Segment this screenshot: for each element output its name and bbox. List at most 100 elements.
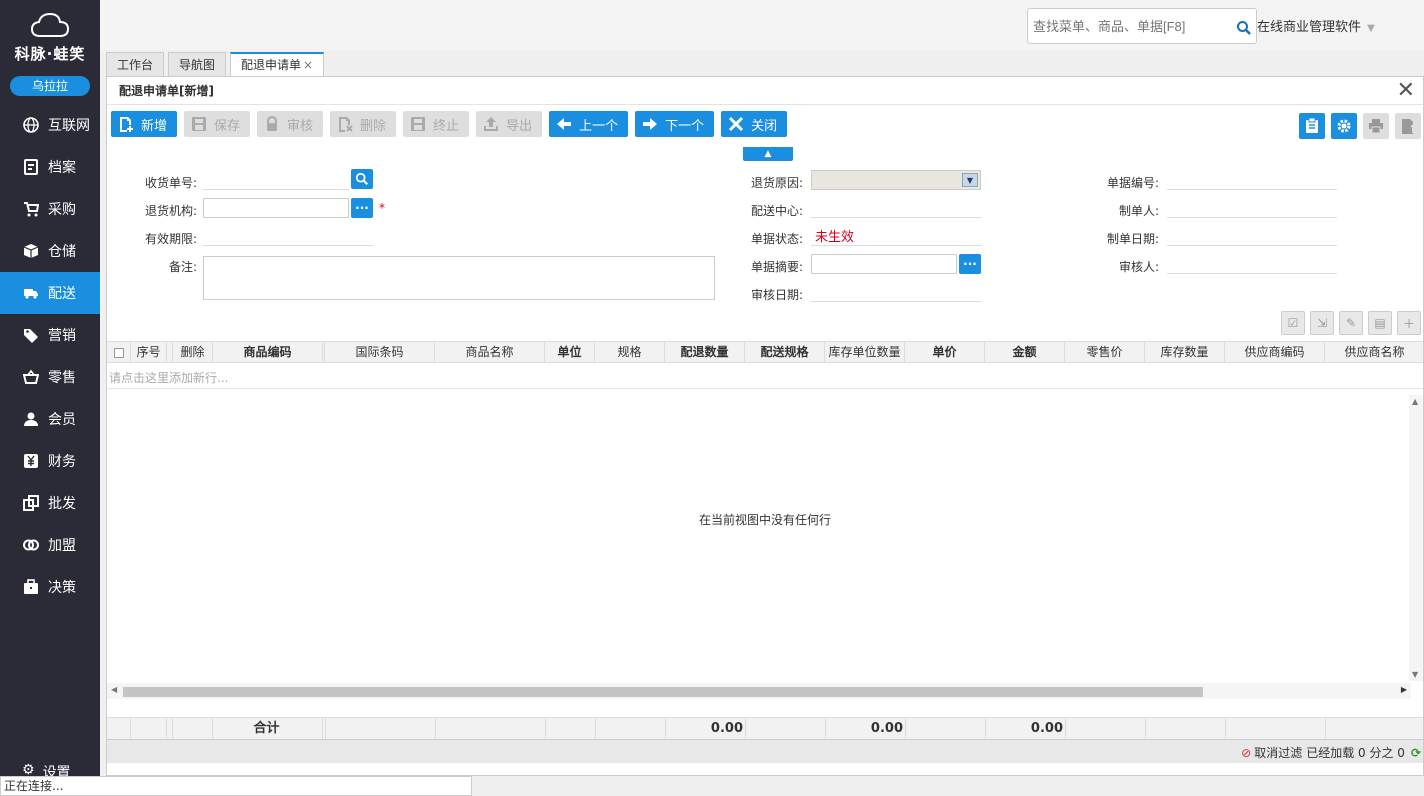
- tab-navigation[interactable]: 导航图: [168, 52, 227, 76]
- col-header[interactable]: 商品编码: [213, 342, 323, 362]
- tab-label: 导航图: [179, 58, 216, 72]
- col-header[interactable]: 配退数量: [665, 342, 745, 362]
- prev-button[interactable]: 上一个: [549, 111, 629, 137]
- print-button[interactable]: [1363, 113, 1389, 139]
- scroll-left-icon[interactable]: ◀: [111, 685, 117, 694]
- return-org-input[interactable]: [204, 199, 348, 217]
- sidebar-item-10[interactable]: 加盟: [0, 524, 100, 566]
- horizontal-scrollbar[interactable]: ◀ ▶: [107, 683, 1411, 699]
- document-icon: [22, 158, 40, 176]
- edit-icon: ✎: [1345, 316, 1357, 330]
- copy-row-button[interactable]: ▤: [1368, 311, 1392, 335]
- sidebar-item-11[interactable]: 决策: [0, 566, 100, 608]
- col-header[interactable]: 序号: [131, 342, 167, 362]
- dist-center-input[interactable]: [811, 198, 981, 217]
- tab-close-icon[interactable]: ×: [303, 58, 313, 72]
- sidebar-item-3[interactable]: 仓储: [0, 230, 100, 272]
- sidebar-item-0[interactable]: 互联网: [0, 104, 100, 146]
- delete-button[interactable]: 删除: [330, 111, 397, 137]
- sidebar-item-6[interactable]: 零售: [0, 356, 100, 398]
- logo: 科脉·蛙笑: [0, 0, 100, 72]
- save-button[interactable]: 保存: [184, 111, 251, 137]
- col-header[interactable]: 零售价: [1065, 342, 1145, 362]
- doc-summary-picker-button[interactable]: ···: [959, 254, 981, 274]
- col-header[interactable]: 供应商编码: [1225, 342, 1325, 362]
- sidebar-item-5[interactable]: 营销: [0, 314, 100, 356]
- close-label: 关闭: [751, 118, 778, 134]
- col-header[interactable]: 单位: [545, 342, 595, 362]
- sidebar-item-7[interactable]: 会员: [0, 398, 100, 440]
- auditor-label: 审核人:: [1118, 260, 1159, 274]
- refresh-icon[interactable]: ⟳: [1411, 746, 1421, 760]
- return-org-field[interactable]: [203, 198, 349, 218]
- select-all-checkbox[interactable]: [107, 342, 131, 362]
- remark-field[interactable]: [203, 256, 715, 300]
- export-file-button[interactable]: [1395, 113, 1421, 139]
- clipboard-button[interactable]: [1299, 113, 1325, 139]
- col-header[interactable]: 规格: [595, 342, 665, 362]
- footer-total-label: 合计: [213, 718, 323, 739]
- next-button[interactable]: 下一个: [635, 111, 715, 137]
- col-header[interactable]: 金额: [985, 342, 1065, 362]
- col-header[interactable]: 库存单位数量: [825, 342, 905, 362]
- vertical-scrollbar[interactable]: ▲ ▼: [1409, 395, 1423, 681]
- edit-button[interactable]: ✎: [1339, 311, 1363, 335]
- col-header[interactable]: 删除: [173, 342, 213, 362]
- col-header[interactable]: 商品名称: [435, 342, 545, 362]
- return-org-picker-button[interactable]: ···: [351, 198, 373, 218]
- receipt-no-input[interactable]: [203, 170, 349, 189]
- sidebar-item-label: 采购: [48, 202, 76, 218]
- dist-center-label: 配送中心:: [750, 204, 803, 218]
- doc-summary-input[interactable]: [812, 255, 956, 273]
- close-icon[interactable]: ✕: [1397, 80, 1415, 102]
- scroll-down-icon[interactable]: ▼: [1412, 670, 1418, 679]
- grid-footer: 合计 0.00 0.00 0.00: [107, 717, 1423, 739]
- receipt-search-button[interactable]: [351, 169, 373, 189]
- add-row-button[interactable]: ＋: [1397, 311, 1421, 335]
- valid-period-field[interactable]: [203, 226, 373, 246]
- cancel-filter-link[interactable]: 取消过滤: [1254, 744, 1302, 761]
- new-button[interactable]: 新增: [111, 111, 178, 137]
- check-button[interactable]: ☑: [1281, 311, 1305, 335]
- scroll-thumb[interactable]: [123, 687, 1203, 697]
- user-name[interactable]: 乌拉拉: [10, 76, 90, 96]
- col-header[interactable]: 配送规格: [745, 342, 825, 362]
- sidebar-item-9[interactable]: 批发: [0, 482, 100, 524]
- close-button[interactable]: 关闭: [721, 111, 788, 137]
- search-input[interactable]: [1028, 9, 1228, 43]
- return-reason-select[interactable]: ▼: [811, 170, 981, 190]
- search-icon[interactable]: [1236, 20, 1252, 36]
- sidebar-item-8[interactable]: 财务: [0, 440, 100, 482]
- collapse-toggle[interactable]: ▲: [743, 147, 793, 161]
- remark-input[interactable]: [204, 257, 714, 299]
- doc-status-value: 未生效: [815, 230, 855, 245]
- sidebar-item-2[interactable]: 采购: [0, 188, 100, 230]
- col-header[interactable]: 库存数量: [1145, 342, 1225, 362]
- col-header[interactable]: 供应商名称: [1325, 342, 1423, 362]
- scroll-right-icon[interactable]: ▶: [1401, 685, 1407, 694]
- import-button[interactable]: ⇲: [1310, 311, 1334, 335]
- chevron-up-icon: ▲: [764, 149, 772, 159]
- doc-summary-field[interactable]: [811, 254, 957, 274]
- export-button[interactable]: 导出: [476, 111, 543, 137]
- receipt-no-field[interactable]: [203, 170, 349, 190]
- tab-workbench[interactable]: 工作台: [106, 52, 165, 76]
- settings-button[interactable]: [1331, 113, 1357, 139]
- add-document-icon: [117, 115, 135, 133]
- scroll-up-icon[interactable]: ▲: [1412, 397, 1418, 406]
- app-title[interactable]: 在线商业管理软件 ▼: [1257, 16, 1375, 35]
- col-header[interactable]: 单价: [905, 342, 985, 362]
- doc-status-field: 未生效: [811, 226, 981, 246]
- sidebar-item-label: 决策: [48, 580, 76, 596]
- sidebar-item-4[interactable]: 配送: [0, 272, 100, 314]
- add-new-row[interactable]: 请点击这里添加新行...: [107, 367, 1423, 389]
- valid-period-input[interactable]: [203, 226, 373, 245]
- audit-button[interactable]: 审核: [257, 111, 324, 137]
- dist-center-field[interactable]: [811, 198, 981, 218]
- sidebar-item-label: 配送: [48, 286, 76, 302]
- terminate-button[interactable]: 终止: [403, 111, 470, 137]
- sidebar-item-label: 互联网: [48, 118, 90, 134]
- sidebar-item-1[interactable]: 档案: [0, 146, 100, 188]
- col-header[interactable]: 国际条码: [325, 342, 435, 362]
- tab-return-request[interactable]: 配退申请单 ×: [230, 52, 325, 76]
